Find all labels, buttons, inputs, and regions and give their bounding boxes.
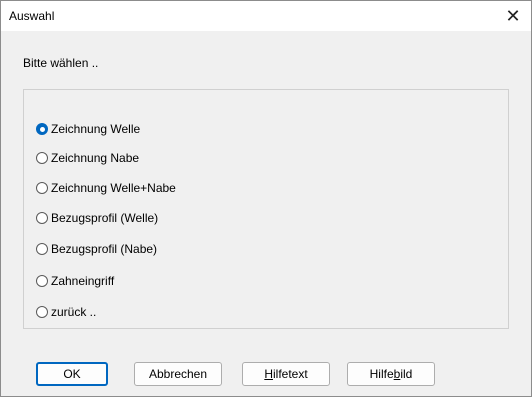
- option-label: Zahneingriff: [51, 274, 115, 288]
- option-label: Zeichnung Welle: [51, 122, 141, 136]
- radio-button[interactable]: [36, 275, 48, 287]
- close-icon[interactable]: ✕: [495, 1, 531, 31]
- helpimage-button[interactable]: Hilfe b ild: [347, 362, 435, 386]
- helptext-accelerator: H: [264, 367, 273, 381]
- helptext-label-post: ilfetext: [272, 367, 308, 381]
- radio-button-checked[interactable]: [36, 123, 48, 135]
- window-title: Auswahl: [9, 9, 55, 23]
- option-zeichnung-welle[interactable]: Zeichnung Welle: [36, 120, 140, 138]
- option-bezugsprofil-nabe[interactable]: Bezugsprofil (Nabe): [36, 240, 157, 258]
- option-zeichnung-nabe[interactable]: Zeichnung Nabe: [36, 149, 139, 167]
- option-bezugsprofil-welle[interactable]: Bezugsprofil (Welle): [36, 209, 158, 227]
- radio-button[interactable]: [36, 152, 48, 164]
- option-label: Bezugsprofil (Welle): [51, 211, 159, 225]
- radio-button[interactable]: [36, 212, 48, 224]
- option-label: zurück ..: [51, 305, 97, 319]
- cancel-button[interactable]: Abbrechen: [134, 362, 222, 386]
- option-zeichnung-welle-nabe[interactable]: Zeichnung Welle+Nabe: [36, 179, 176, 197]
- helpimage-label-post: ild: [400, 367, 413, 381]
- ok-button[interactable]: OK: [36, 362, 108, 386]
- radio-button[interactable]: [36, 306, 48, 318]
- helpimage-accelerator: b: [393, 367, 401, 381]
- helpimage-label-pre: Hilfe: [369, 367, 394, 381]
- radio-button[interactable]: [36, 243, 48, 255]
- prompt-label: Bitte wählen ..: [23, 56, 99, 70]
- radio-button[interactable]: [36, 182, 48, 194]
- option-label: Zeichnung Nabe: [51, 151, 140, 165]
- auswahl-dialog: Auswahl ✕ Bitte wählen .. Zeichnung Well…: [0, 0, 532, 397]
- option-label: Zeichnung Welle+Nabe: [51, 181, 176, 195]
- option-zahneingriff[interactable]: Zahneingriff: [36, 272, 114, 290]
- option-label: Bezugsprofil (Nabe): [51, 242, 158, 256]
- title-bar: Auswahl ✕: [1, 1, 531, 31]
- helptext-button[interactable]: Hilfetext: [242, 362, 330, 386]
- option-zurueck[interactable]: zurück ..: [36, 303, 96, 321]
- options-group: Zeichnung Welle Zeichnung Nabe Zeichnung…: [23, 89, 509, 329]
